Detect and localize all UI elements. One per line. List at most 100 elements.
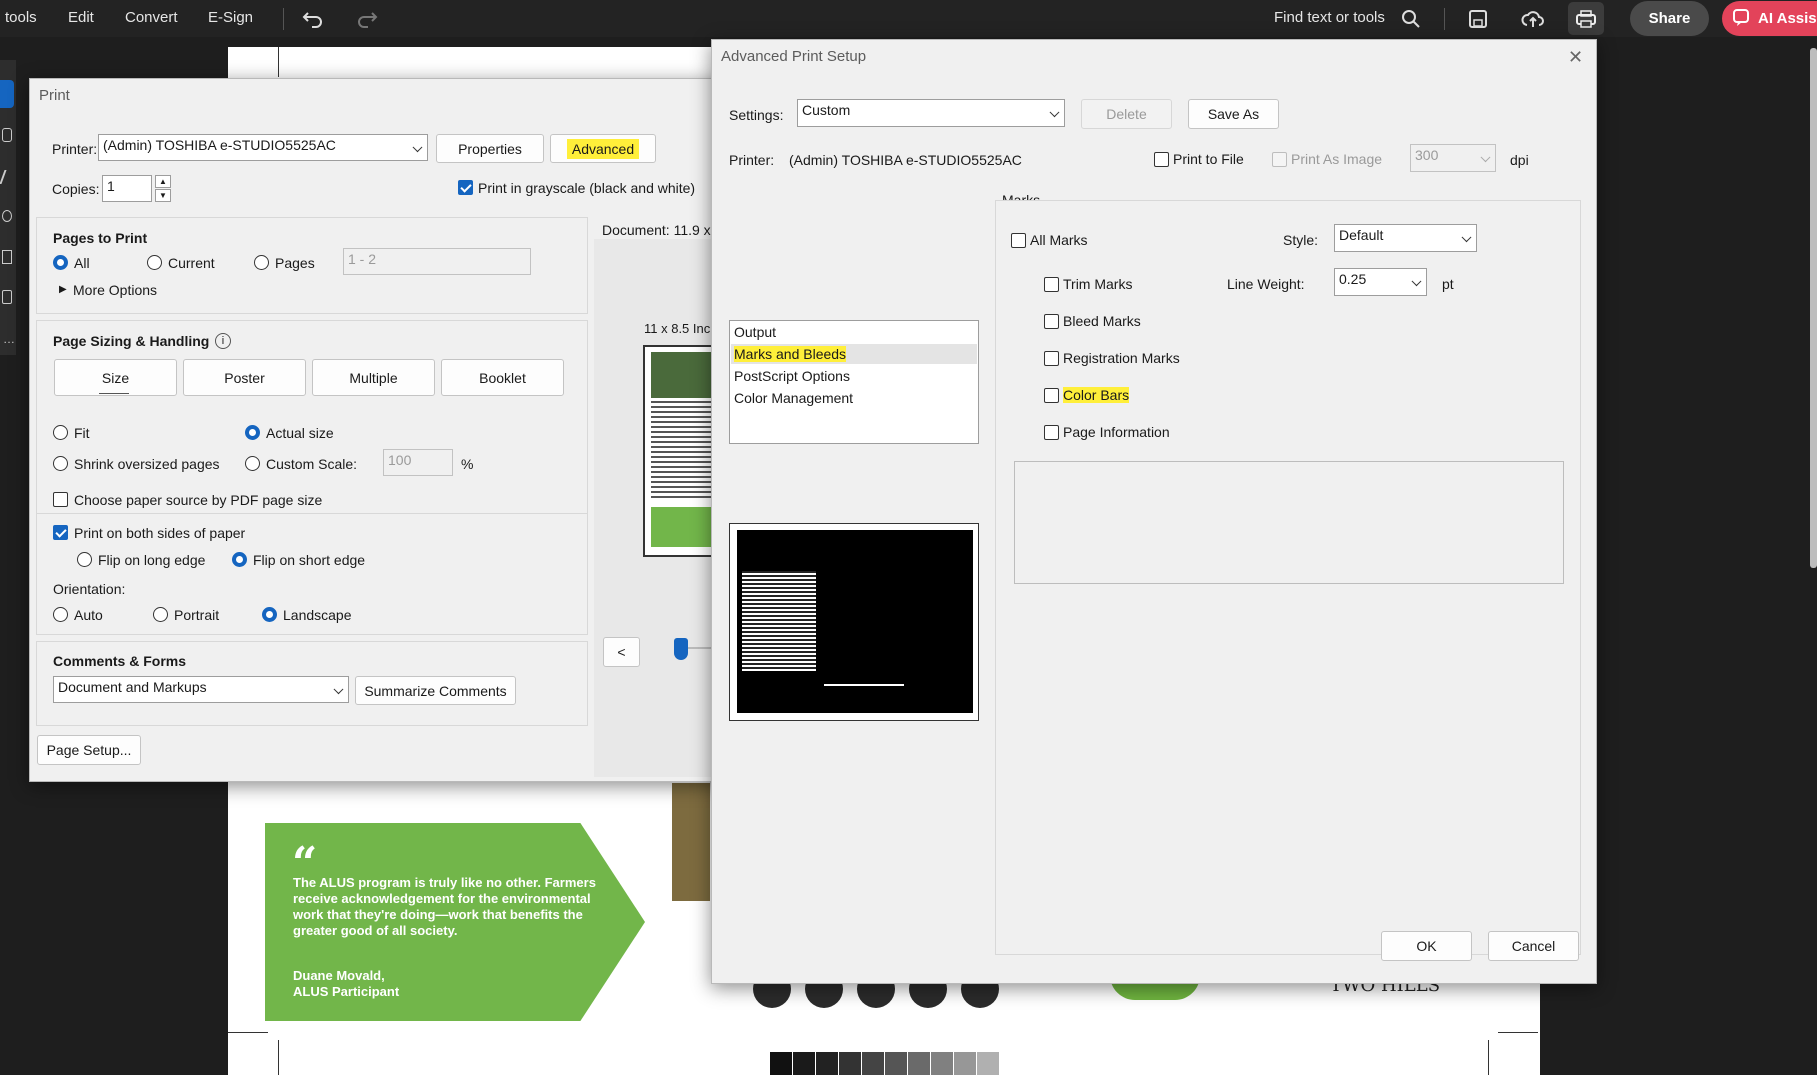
copies-increment-button[interactable]: ▲ — [155, 175, 171, 188]
find-text-label[interactable]: Find text or tools — [1274, 9, 1385, 26]
print-as-image-label: Print As Image — [1291, 151, 1383, 167]
author-role: ALUS Participant — [293, 984, 400, 999]
pages-current-radio[interactable] — [147, 255, 162, 270]
share-button[interactable]: Share — [1630, 1, 1709, 36]
page-sizing-title: Page Sizing & Handling — [53, 333, 210, 349]
advanced-printer-label: Printer: — [729, 152, 775, 168]
flip-long-edge-radio[interactable] — [77, 552, 92, 567]
printer-select[interactable]: (Admin) TOSHIBA e-STUDIO5525AC — [98, 134, 428, 161]
grayscale-checkbox[interactable] — [458, 180, 473, 195]
marks-description-box — [1014, 461, 1564, 584]
print-to-file-checkbox[interactable] — [1154, 152, 1169, 167]
style-select[interactable]: Default — [1334, 224, 1477, 252]
search-icon[interactable] — [1398, 0, 1424, 37]
poster-tab-button[interactable]: Poster — [183, 359, 306, 396]
expand-triangle-icon[interactable]: ▶ — [59, 284, 67, 295]
comments-forms-select[interactable]: Document and Markups — [53, 676, 349, 703]
save-as-button[interactable]: Save As — [1188, 99, 1279, 129]
trim-marks-checkbox[interactable] — [1044, 277, 1059, 292]
text-select-icon[interactable] — [2, 250, 12, 264]
line-weight-value: 0.25 — [1339, 271, 1367, 287]
multiple-tab-button[interactable]: Multiple — [312, 359, 435, 396]
undo-icon[interactable] — [298, 0, 328, 37]
booklet-tab-button[interactable]: Booklet — [441, 359, 564, 396]
printer-value: (Admin) TOSHIBA e-STUDIO5525AC — [103, 137, 336, 153]
menu-convert[interactable]: Convert — [125, 9, 178, 26]
size-tab-button[interactable]: Size — [54, 359, 177, 396]
pages-range-radio[interactable] — [254, 255, 269, 270]
page-setup-button[interactable]: Page Setup... — [37, 735, 141, 765]
ai-assistant-button[interactable]: AI Assis — [1722, 1, 1817, 36]
color-bars-checkbox[interactable] — [1044, 388, 1059, 403]
actual-size-radio[interactable] — [245, 425, 260, 440]
fit-radio[interactable] — [53, 425, 68, 440]
ai-assistant-icon — [1732, 7, 1752, 31]
shrink-oversized-radio[interactable] — [53, 456, 68, 471]
close-icon[interactable]: ✕ — [1568, 47, 1583, 68]
category-color-management[interactable]: Color Management — [734, 390, 853, 406]
delete-button[interactable]: Delete — [1081, 99, 1172, 129]
print-dialog: Print Printer: (Admin) TOSHIBA e-STUDIO5… — [29, 78, 734, 782]
advanced-button[interactable]: Advanced — [550, 134, 656, 163]
duplex-orientation-group: Print on both sides of paper Flip on lon… — [36, 513, 588, 635]
redo-icon[interactable] — [352, 0, 382, 37]
page-range-input[interactable]: 1 - 2 — [343, 248, 531, 275]
registration-marks-checkbox[interactable] — [1044, 351, 1059, 366]
flip-short-edge-radio[interactable] — [232, 552, 247, 567]
select-tool-icon[interactable] — [0, 80, 14, 108]
color-swatch — [885, 1052, 907, 1075]
more-options-link[interactable]: More Options — [73, 282, 157, 298]
marks-preview — [729, 523, 979, 721]
menu-edit[interactable]: Edit — [68, 9, 94, 26]
color-swatch — [816, 1052, 838, 1075]
info-icon[interactable]: i — [215, 333, 231, 349]
dpi-select[interactable]: 300 — [1410, 144, 1496, 172]
orientation-landscape-radio[interactable] — [262, 607, 277, 622]
more-tools-icon[interactable]: … — [3, 332, 15, 346]
nature-photo — [672, 783, 710, 901]
author-name: Duane Movald, — [293, 968, 385, 983]
stamp-tool-icon[interactable] — [2, 290, 12, 304]
vertical-scrollbar[interactable] — [1810, 48, 1817, 568]
custom-scale-radio[interactable] — [245, 456, 260, 471]
paper-source-checkbox[interactable] — [53, 492, 68, 507]
orientation-portrait-radio[interactable] — [153, 607, 168, 622]
cancel-button[interactable]: Cancel — [1488, 931, 1579, 961]
document-size-label: Document: 11.9 x 9 — [602, 222, 723, 238]
both-sides-checkbox[interactable] — [53, 525, 68, 540]
pages-all-radio[interactable] — [53, 255, 68, 270]
print-as-image-checkbox[interactable] — [1272, 152, 1287, 167]
save-icon[interactable] — [1464, 0, 1492, 37]
comment-tool-icon[interactable] — [2, 128, 12, 142]
orientation-auto-radio[interactable] — [53, 607, 68, 622]
pen-tool-icon[interactable] — [0, 170, 15, 184]
custom-scale-input[interactable]: 100 — [383, 449, 453, 476]
custom-scale-label: Custom Scale: — [266, 456, 358, 472]
print-icon[interactable] — [1568, 2, 1604, 35]
cloud-upload-icon[interactable] — [1518, 0, 1548, 37]
menu-esign[interactable]: E-Sign — [208, 9, 253, 26]
quote-author: Duane Movald, ALUS Participant — [293, 968, 399, 1000]
chevron-down-icon — [333, 683, 344, 694]
category-postscript-options[interactable]: PostScript Options — [734, 368, 850, 384]
category-list[interactable]: Output Marks and Bleeds PostScript Optio… — [729, 320, 979, 444]
page-information-checkbox[interactable] — [1044, 425, 1059, 440]
copies-input[interactable]: 1 — [102, 175, 152, 202]
category-output[interactable]: Output — [734, 324, 776, 340]
settings-select[interactable]: Custom — [797, 99, 1065, 127]
orientation-portrait-label: Portrait — [174, 607, 220, 623]
ai-assistant-label: AI Assis — [1758, 10, 1817, 27]
preview-text-column — [742, 571, 816, 671]
menu-all-tools[interactable]: tools — [5, 9, 37, 26]
properties-button[interactable]: Properties — [436, 134, 544, 163]
copies-decrement-button[interactable]: ▼ — [155, 189, 171, 202]
ok-button[interactable]: OK — [1381, 931, 1472, 961]
previous-page-button[interactable]: < — [603, 637, 640, 667]
category-marks-and-bleeds[interactable]: Marks and Bleeds — [734, 346, 847, 362]
line-weight-select[interactable]: 0.25 — [1334, 268, 1427, 296]
zoom-slider-handle[interactable] — [674, 638, 688, 660]
all-marks-checkbox[interactable] — [1011, 233, 1026, 248]
summarize-comments-button[interactable]: Summarize Comments — [355, 676, 516, 705]
link-tool-icon[interactable] — [2, 210, 12, 222]
bleed-marks-checkbox[interactable] — [1044, 314, 1059, 329]
